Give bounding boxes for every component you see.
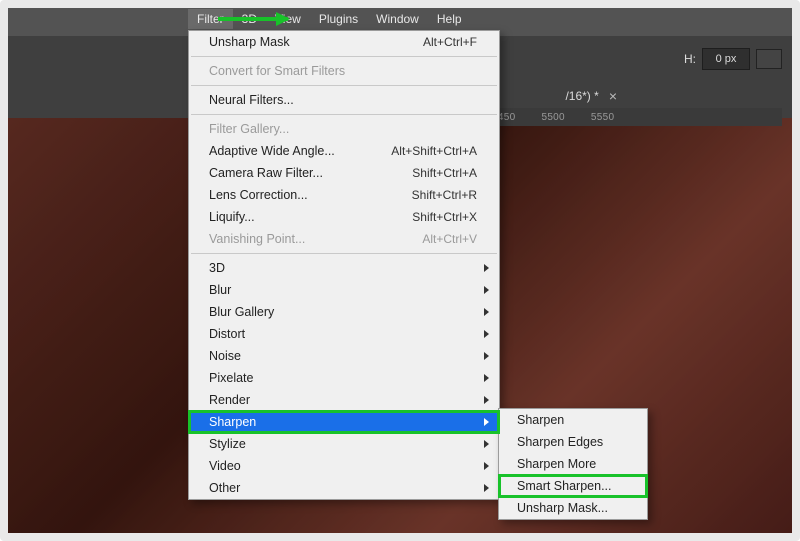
menu-item-liquify[interactable]: Liquify... Shift+Ctrl+X (189, 206, 499, 228)
menu-item-label: Neural Filters... (209, 93, 477, 107)
menu-item-label: Sharpen Edges (517, 435, 603, 449)
menu-item-lens-correction[interactable]: Lens Correction... Shift+Ctrl+R (189, 184, 499, 206)
menu-item-label: Smart Sharpen... (517, 479, 612, 493)
menu-item-label: Liquify... (209, 210, 412, 224)
menu-item-sharpen-submenu[interactable]: Sharpen (189, 411, 499, 433)
menu-item-vanishing-point: Vanishing Point... Alt+Ctrl+V (189, 228, 499, 250)
menu-item-render-submenu[interactable]: Render (189, 389, 499, 411)
menu-bar: Filter 3D View Plugins Window Help (8, 8, 792, 30)
menu-item-pixelate-submenu[interactable]: Pixelate (189, 367, 499, 389)
menu-separator (191, 253, 497, 254)
options-swatch[interactable] (756, 49, 782, 69)
annotation-arrow (218, 17, 288, 21)
menu-item-last-filter[interactable]: Unsharp Mask Alt+Ctrl+F (189, 31, 499, 53)
height-label: H: (684, 52, 696, 66)
sharpen-submenu: Sharpen Sharpen Edges Sharpen More Smart… (498, 408, 648, 520)
submenu-item-sharpen[interactable]: Sharpen (499, 409, 647, 431)
menu-item-label: 3D (209, 261, 477, 275)
menu-window[interactable]: Window (367, 9, 428, 29)
menu-item-convert-smart: Convert for Smart Filters (189, 60, 499, 82)
menu-item-shortcut: Alt+Shift+Ctrl+A (391, 144, 477, 158)
menu-item-shortcut: Shift+Ctrl+R (412, 188, 477, 202)
ruler-tick: 5500 (541, 112, 564, 123)
height-field[interactable]: 0 px (702, 48, 750, 70)
menu-item-label: Noise (209, 349, 477, 363)
menu-item-shortcut: Alt+Ctrl+F (423, 35, 477, 49)
menu-item-label: Video (209, 459, 477, 473)
menu-item-shortcut: Alt+Ctrl+V (422, 232, 477, 246)
ruler-tick: 5550 (591, 112, 614, 123)
menu-item-label: Filter Gallery... (209, 122, 477, 136)
close-icon[interactable]: × (609, 88, 617, 104)
menu-item-filter-gallery: Filter Gallery... (189, 118, 499, 140)
menu-item-label: Vanishing Point... (209, 232, 422, 246)
document-title: /16*) * (565, 89, 598, 103)
menu-item-label: Stylize (209, 437, 477, 451)
menu-separator (191, 85, 497, 86)
menu-item-label: Pixelate (209, 371, 477, 385)
menu-item-adaptive-wide-angle[interactable]: Adaptive Wide Angle... Alt+Shift+Ctrl+A (189, 140, 499, 162)
menu-item-label: Camera Raw Filter... (209, 166, 412, 180)
submenu-item-unsharp-mask[interactable]: Unsharp Mask... (499, 497, 647, 519)
menu-item-label: Sharpen (517, 413, 564, 427)
menu-item-neural-filters[interactable]: Neural Filters... (189, 89, 499, 111)
menu-item-blur-gallery-submenu[interactable]: Blur Gallery (189, 301, 499, 323)
menu-item-label: Lens Correction... (209, 188, 412, 202)
menu-item-distort-submenu[interactable]: Distort (189, 323, 499, 345)
menu-item-stylize-submenu[interactable]: Stylize (189, 433, 499, 455)
submenu-item-sharpen-more[interactable]: Sharpen More (499, 453, 647, 475)
menu-item-shortcut: Shift+Ctrl+A (412, 166, 477, 180)
menu-item-label: Adaptive Wide Angle... (209, 144, 391, 158)
menu-help[interactable]: Help (428, 9, 471, 29)
menu-item-shortcut: Shift+Ctrl+X (412, 210, 477, 224)
menu-item-blur-submenu[interactable]: Blur (189, 279, 499, 301)
menu-item-label: Sharpen More (517, 457, 596, 471)
menu-item-other-submenu[interactable]: Other (189, 477, 499, 499)
options-bar-fragment: H: 0 px (684, 48, 782, 70)
menu-item-camera-raw[interactable]: Camera Raw Filter... Shift+Ctrl+A (189, 162, 499, 184)
menu-item-label: Distort (209, 327, 477, 341)
horizontal-ruler: 5450 5500 5550 (478, 108, 782, 126)
submenu-item-smart-sharpen[interactable]: Smart Sharpen... (499, 475, 647, 497)
menu-item-label: Convert for Smart Filters (209, 64, 477, 78)
menu-plugins[interactable]: Plugins (310, 9, 367, 29)
menu-item-label: Unsharp Mask (209, 35, 423, 49)
menu-separator (191, 56, 497, 57)
menu-item-label: Render (209, 393, 477, 407)
menu-item-label: Unsharp Mask... (517, 501, 608, 515)
filter-dropdown-menu: Unsharp Mask Alt+Ctrl+F Convert for Smar… (188, 30, 500, 500)
menu-item-label: Sharpen (209, 415, 477, 429)
menu-item-label: Other (209, 481, 477, 495)
menu-separator (191, 114, 497, 115)
menu-item-noise-submenu[interactable]: Noise (189, 345, 499, 367)
submenu-item-sharpen-edges[interactable]: Sharpen Edges (499, 431, 647, 453)
menu-item-video-submenu[interactable]: Video (189, 455, 499, 477)
menu-item-label: Blur (209, 283, 477, 297)
document-tab[interactable]: /16*) * × (565, 88, 617, 104)
menu-item-label: Blur Gallery (209, 305, 477, 319)
menu-item-3d-submenu[interactable]: 3D (189, 257, 499, 279)
